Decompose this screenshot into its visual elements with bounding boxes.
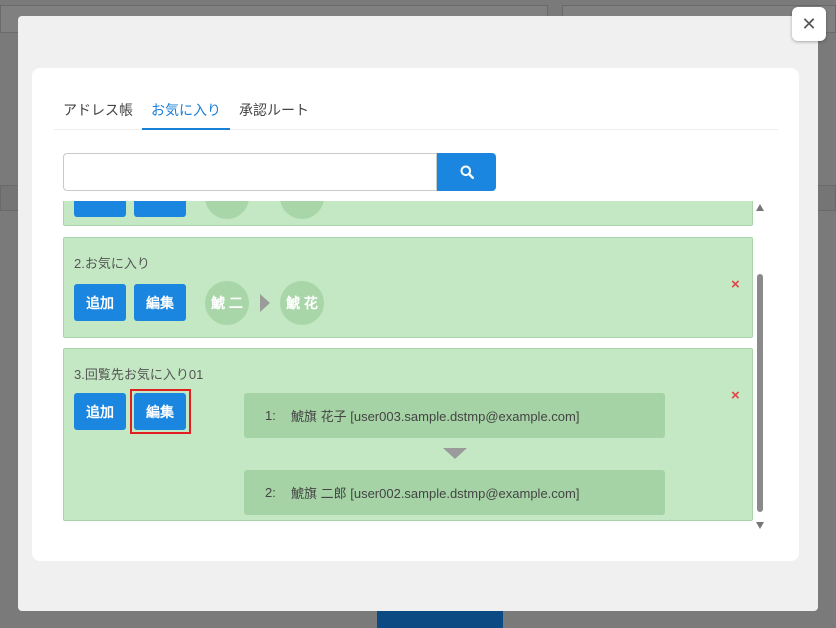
scroll-down-icon[interactable] <box>756 522 764 529</box>
search-icon <box>460 165 474 179</box>
arrow-right-icon <box>260 294 270 312</box>
highlight-box <box>130 389 191 434</box>
close-icon: ✕ <box>801 13 817 34</box>
route-step: 2: 鯱旗 二郎 [user002.sample.dstmp@example.c… <box>244 470 665 515</box>
scroll-thumb[interactable] <box>757 274 763 512</box>
route-step-label: 鯱旗 二郎 [user002.sample.dstmp@example.com] <box>291 486 580 501</box>
route-step: 1: 鯱旗 花子 [user003.sample.dstmp@example.c… <box>244 393 665 438</box>
add-button[interactable]: 追加 <box>74 393 126 430</box>
avatar: 鯱 二 <box>205 281 249 325</box>
route-step-number: 2: <box>265 485 276 500</box>
favorites-list: 2.お気に入り 追加 編集 鯱 二 鯱 花 × 3.回覧先お気に入り01 追加 … <box>63 201 753 531</box>
add-button[interactable]: 追加 <box>74 284 126 321</box>
delete-icon[interactable]: × <box>731 387 740 404</box>
avatar <box>205 201 249 219</box>
scroll-up-icon[interactable] <box>756 204 764 211</box>
avatar: 鯱 花 <box>280 281 324 325</box>
scrollbar[interactable] <box>755 204 765 529</box>
list-item <box>63 201 753 226</box>
list-item: 3.回覧先お気に入り01 追加 編集 × 1: 鯱旗 花子 [user003.s… <box>63 348 753 521</box>
route-step-number: 1: <box>265 408 276 423</box>
search-input[interactable] <box>63 153 437 191</box>
delete-icon[interactable]: × <box>731 276 740 293</box>
close-button[interactable]: ✕ <box>792 7 826 41</box>
tab-address-book[interactable]: アドレス帳 <box>54 90 142 130</box>
tab-bar: アドレス帳 お気に入り 承認ルート <box>54 90 778 130</box>
edit-button[interactable]: 編集 <box>134 284 186 321</box>
search-button[interactable] <box>437 153 496 191</box>
modal-card: アドレス帳 お気に入り 承認ルート 2.お気に入り 追加 編集 鯱 二 鯱 花 <box>32 68 799 561</box>
item-title: 3.回覧先お気に入り01 <box>74 367 204 382</box>
search-bar <box>63 153 496 191</box>
background-button <box>377 610 503 628</box>
route-step-label: 鯱旗 花子 [user003.sample.dstmp@example.com] <box>291 409 580 424</box>
add-button[interactable] <box>74 201 126 217</box>
avatar <box>280 201 324 219</box>
item-title: 2.お気に入り <box>74 256 150 271</box>
arrow-down-icon <box>443 448 467 459</box>
list-item: 2.お気に入り 追加 編集 鯱 二 鯱 花 × <box>63 237 753 338</box>
tab-approval-route[interactable]: 承認ルート <box>230 90 318 130</box>
tab-favorites[interactable]: お気に入り <box>142 90 230 130</box>
edit-button[interactable] <box>134 201 186 217</box>
